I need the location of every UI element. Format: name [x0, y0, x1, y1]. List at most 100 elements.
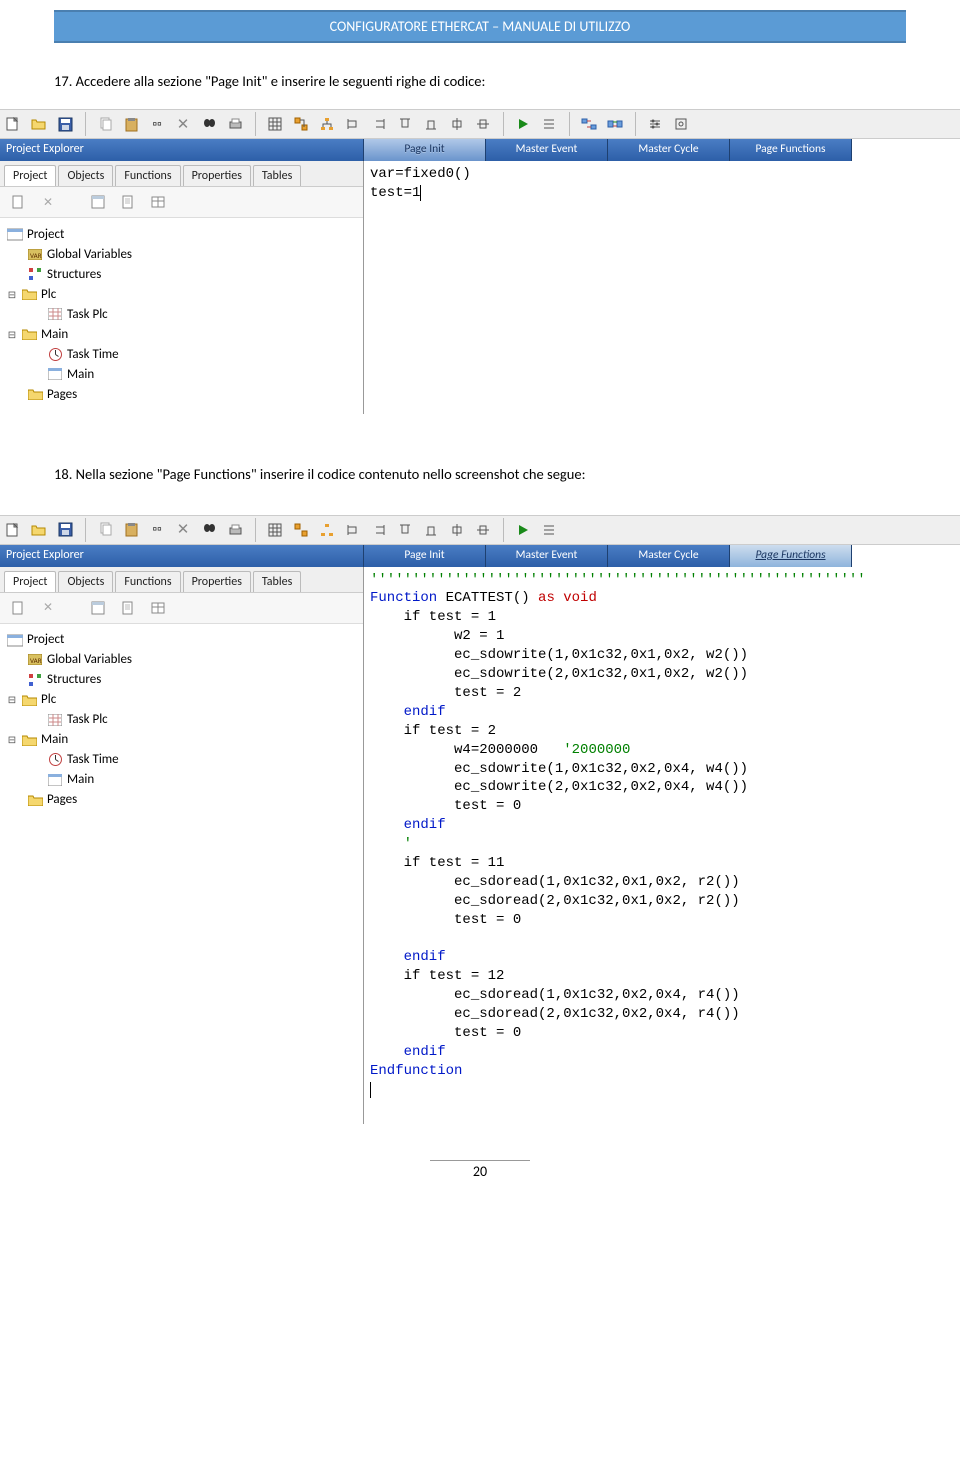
- tree-icon[interactable]: [314, 112, 340, 136]
- tab-master-event[interactable]: Master Event: [486, 545, 608, 567]
- table-icon[interactable]: [144, 597, 172, 619]
- find-icon[interactable]: [196, 518, 222, 542]
- align-top-icon[interactable]: [392, 518, 418, 542]
- code-editor[interactable]: var=fixed0() test=1: [364, 161, 960, 414]
- tree-project[interactable]: Project: [27, 227, 64, 242]
- form-icon[interactable]: [84, 191, 112, 213]
- align-right-icon[interactable]: [366, 518, 392, 542]
- doc-icon[interactable]: [114, 191, 142, 213]
- new-icon[interactable]: [4, 597, 32, 619]
- delete-icon[interactable]: ✕: [170, 112, 196, 136]
- tree-main[interactable]: Main: [41, 327, 68, 342]
- tree-icon[interactable]: [314, 518, 340, 542]
- tab-master-cycle[interactable]: Master Cycle: [608, 545, 730, 567]
- hierarchy-icon[interactable]: [288, 112, 314, 136]
- align-left-icon[interactable]: [340, 518, 366, 542]
- center-v-icon[interactable]: [470, 518, 496, 542]
- code-editor[interactable]: ''''''''''''''''''''''''''''''''''''''''…: [364, 567, 960, 1124]
- hierarchy-icon[interactable]: [288, 518, 314, 542]
- tree-global-variables[interactable]: Global Variables: [47, 652, 132, 667]
- play-icon[interactable]: [510, 112, 536, 136]
- settings1-icon[interactable]: [642, 112, 668, 136]
- tab-page-functions[interactable]: Page Functions: [730, 545, 852, 567]
- list-icon[interactable]: [536, 518, 562, 542]
- expander-icon[interactable]: ⊟: [6, 288, 18, 301]
- new-file-icon[interactable]: [0, 518, 26, 542]
- save-icon[interactable]: [52, 112, 78, 136]
- expander-icon[interactable]: ⊟: [6, 693, 18, 706]
- tab-master-cycle[interactable]: Master Cycle: [608, 139, 730, 161]
- link-icon[interactable]: ▫▫: [144, 112, 170, 136]
- expander-icon[interactable]: ⊟: [6, 733, 18, 746]
- remove-icon[interactable]: ✕: [34, 191, 62, 213]
- print-icon[interactable]: [222, 112, 248, 136]
- open-folder-icon[interactable]: [26, 112, 52, 136]
- tab-page-init[interactable]: Page Init: [364, 139, 486, 161]
- copy-icon[interactable]: [92, 112, 118, 136]
- paste-icon[interactable]: [118, 518, 144, 542]
- tree-structures[interactable]: Structures: [47, 672, 101, 687]
- proj-tab-tables[interactable]: Tables: [253, 165, 301, 186]
- list-icon[interactable]: [536, 112, 562, 136]
- tree-project[interactable]: Project: [27, 632, 64, 647]
- doc-icon[interactable]: [114, 597, 142, 619]
- proj-tab-functions[interactable]: Functions: [115, 165, 180, 186]
- proj-tab-project[interactable]: Project: [4, 571, 56, 592]
- align-bottom-icon[interactable]: [418, 112, 444, 136]
- project-tree[interactable]: Project VARGlobal Variables Structures ⊟…: [0, 624, 363, 1124]
- tree-main[interactable]: Main: [41, 732, 68, 747]
- tree-pages[interactable]: Pages: [47, 792, 77, 807]
- tree-pages[interactable]: Pages: [47, 387, 77, 402]
- svg-text:VAR: VAR: [30, 251, 42, 260]
- tree-main-page[interactable]: Main: [67, 367, 94, 382]
- compare-icon[interactable]: [602, 112, 628, 136]
- align-left-icon[interactable]: [340, 112, 366, 136]
- save-icon[interactable]: [52, 518, 78, 542]
- tree-task-plc[interactable]: Task Plc: [67, 712, 108, 727]
- play-icon[interactable]: [510, 518, 536, 542]
- tree-plc[interactable]: Plc: [41, 692, 56, 707]
- delete-icon[interactable]: ✕: [170, 518, 196, 542]
- tab-page-init[interactable]: Page Init: [364, 545, 486, 567]
- grid-icon[interactable]: [262, 518, 288, 542]
- proj-tab-properties[interactable]: Properties: [183, 571, 251, 592]
- project-tree[interactable]: Project VAR Global Variables Structures ⊟…: [0, 218, 363, 414]
- open-folder-icon[interactable]: [26, 518, 52, 542]
- tab-master-event[interactable]: Master Event: [486, 139, 608, 161]
- align-right-icon[interactable]: [366, 112, 392, 136]
- swap-icon[interactable]: [576, 112, 602, 136]
- remove-icon[interactable]: ✕: [34, 597, 62, 619]
- table-icon[interactable]: [144, 191, 172, 213]
- new-icon[interactable]: [4, 191, 32, 213]
- tree-structures[interactable]: Structures: [47, 267, 101, 282]
- tree-main-page[interactable]: Main: [67, 772, 94, 787]
- center-h-icon[interactable]: [444, 112, 470, 136]
- tree-task-time[interactable]: Task Time: [67, 347, 119, 362]
- paste-icon[interactable]: [118, 112, 144, 136]
- grid-icon[interactable]: [262, 112, 288, 136]
- print-icon[interactable]: [222, 518, 248, 542]
- proj-tab-functions[interactable]: Functions: [115, 571, 180, 592]
- tree-global-variables[interactable]: Global Variables: [47, 247, 132, 262]
- settings2-icon[interactable]: [668, 112, 694, 136]
- proj-tab-project[interactable]: Project: [4, 165, 56, 186]
- proj-tab-objects[interactable]: Objects: [58, 165, 113, 186]
- tree-plc[interactable]: Plc: [41, 287, 56, 302]
- tab-page-functions[interactable]: Page Functions: [730, 139, 852, 161]
- center-h-icon[interactable]: [444, 518, 470, 542]
- proj-tab-tables[interactable]: Tables: [253, 571, 301, 592]
- link-icon[interactable]: ▫▫: [144, 518, 170, 542]
- align-top-icon[interactable]: [392, 112, 418, 136]
- tree-task-plc[interactable]: Task Plc: [67, 307, 108, 322]
- find-icon[interactable]: [196, 112, 222, 136]
- form-icon: [46, 366, 64, 382]
- align-bottom-icon[interactable]: [418, 518, 444, 542]
- proj-tab-properties[interactable]: Properties: [183, 165, 251, 186]
- new-file-icon[interactable]: [0, 112, 26, 136]
- center-v-icon[interactable]: [470, 112, 496, 136]
- proj-tab-objects[interactable]: Objects: [58, 571, 113, 592]
- form-icon[interactable]: [84, 597, 112, 619]
- expander-icon[interactable]: ⊟: [6, 328, 18, 341]
- tree-task-time[interactable]: Task Time: [67, 752, 119, 767]
- copy-icon[interactable]: [92, 518, 118, 542]
